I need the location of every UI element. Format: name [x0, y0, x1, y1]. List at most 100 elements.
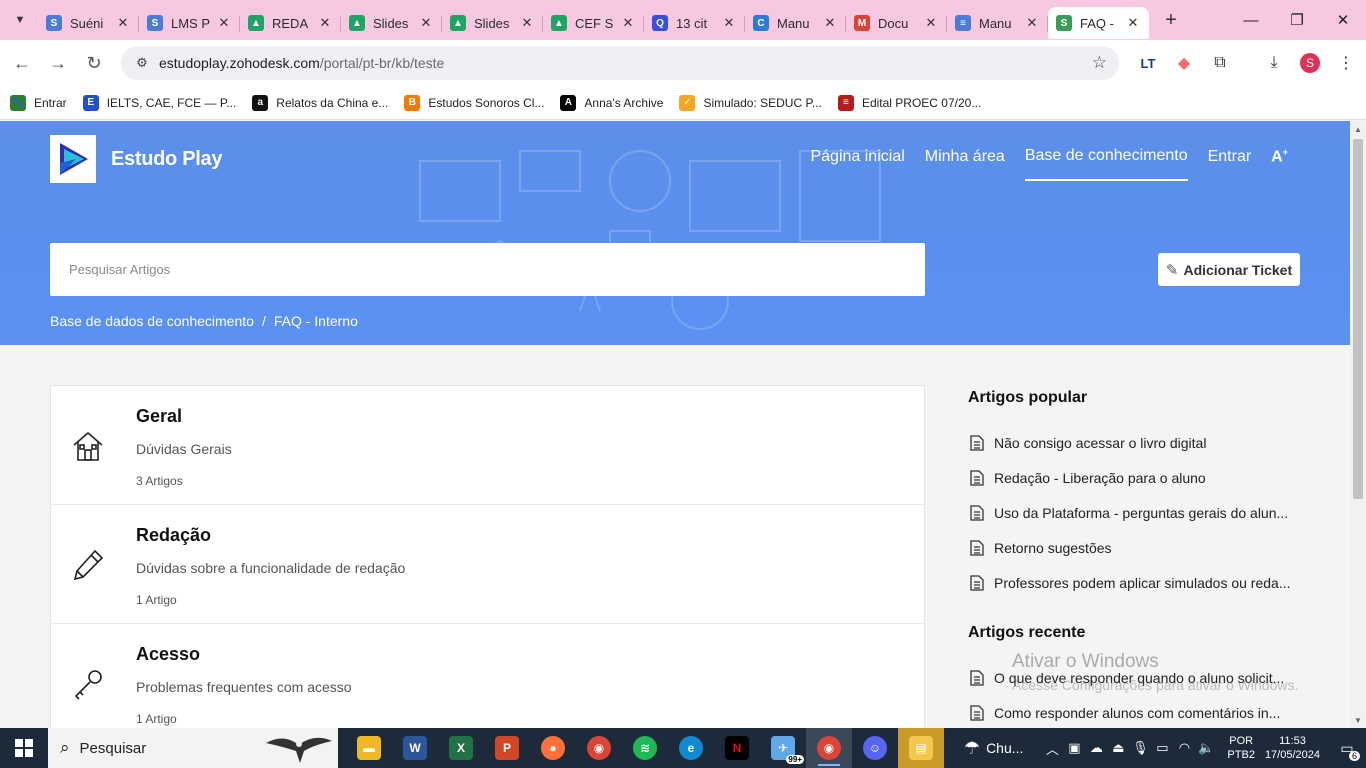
bookmark-item[interactable]: ≡ Edital PROEC 07/20... — [837, 94, 981, 111]
browser-tab[interactable]: ▲ Slides ✕ — [442, 7, 543, 39]
browser-tab[interactable]: ▲ CEF S ✕ — [543, 7, 644, 39]
popular-articles-list: Não consigo acessar o livro digital Redaç… — [968, 425, 1298, 600]
profile-avatar[interactable]: S — [1292, 45, 1328, 81]
tab-close-icon[interactable]: ✕ — [519, 15, 535, 31]
discord-app[interactable]: ☺ — [852, 728, 898, 768]
powerpoint-app[interactable]: P — [484, 728, 530, 768]
notes-app[interactable]: ▤ — [898, 728, 944, 768]
nav-knowledge-base[interactable]: Base de conhecimento — [1024, 147, 1188, 181]
extension-icon[interactable]: ◆ — [1166, 45, 1202, 81]
article-link[interactable]: Como responder alunos com comentários in… — [968, 695, 1298, 728]
tab-close-icon[interactable]: ✕ — [1024, 15, 1040, 31]
umbrella-icon: ☂ — [963, 737, 981, 758]
tab-close-icon[interactable]: ✕ — [923, 15, 939, 31]
scroll-thumb[interactable] — [1353, 139, 1363, 499]
nav-home[interactable]: Página inicial — [810, 148, 904, 180]
scroll-up-arrow-icon[interactable]: ▲ — [1350, 121, 1366, 137]
bookmark-item[interactable]: E IELTS, CAE, FCE — P... — [82, 94, 236, 111]
brand[interactable]: Estudo Play — [50, 135, 222, 183]
browser-tab[interactable]: Q 13 cit ✕ — [644, 7, 745, 39]
notification-center-button[interactable]: ▭ 6 — [1332, 740, 1362, 761]
microphone-icon[interactable]: 🎙 — [1129, 740, 1151, 756]
tab-close-icon[interactable]: ✕ — [721, 15, 737, 31]
close-window-button[interactable]: ✕ — [1320, 0, 1366, 40]
back-button[interactable]: ← — [4, 45, 40, 81]
file-explorer-app[interactable]: ▬ — [346, 728, 392, 768]
language-indicator[interactable]: POR PTB2 — [1227, 734, 1255, 762]
tab-close-icon[interactable]: ✕ — [822, 15, 838, 31]
bookmark-item[interactable]: a Relatos da China e... — [252, 94, 388, 111]
forward-button[interactable]: → — [40, 45, 76, 81]
start-button[interactable] — [0, 728, 48, 768]
tab-close-icon[interactable]: ✕ — [1125, 15, 1141, 31]
battery-icon[interactable]: ▭ — [1151, 740, 1173, 756]
site-info-icon[interactable]: ⚙ — [131, 52, 153, 74]
tab-close-icon[interactable]: ✕ — [317, 15, 333, 31]
article-link[interactable]: Professores podem aplicar simulados ou r… — [968, 565, 1298, 600]
firefox-app[interactable]: ● — [530, 728, 576, 768]
taskbar-search[interactable]: ⌕ Pesquisar — [48, 728, 338, 768]
chrome-profile-app[interactable]: ◉ — [806, 728, 852, 768]
usb-icon[interactable]: ⏏ — [1107, 740, 1129, 756]
tab-close-icon[interactable]: ✕ — [418, 15, 434, 31]
bookmark-star-icon[interactable]: ☆ — [1092, 53, 1107, 73]
new-tab-button[interactable]: + — [1157, 6, 1185, 34]
download-icon[interactable]: ⤓ — [1256, 45, 1292, 81]
nav-my-area[interactable]: Minha área — [925, 148, 1005, 180]
bookmark-item[interactable]: 🐾 Entrar — [10, 94, 67, 111]
article-link[interactable]: Uso da Plataforma - perguntas gerais do … — [968, 495, 1298, 530]
category-redacao[interactable]: Redação Dúvidas sobre a funcionalidade d… — [51, 505, 924, 624]
netflix-app[interactable]: N — [714, 728, 760, 768]
volume-icon[interactable]: 🔈 — [1195, 740, 1217, 756]
excel-app[interactable]: X — [438, 728, 484, 768]
edge-app[interactable]: e — [668, 728, 714, 768]
browser-tab[interactable]: S Suéni ✕ — [38, 7, 139, 39]
scroll-down-arrow-icon[interactable]: ▼ — [1350, 712, 1366, 728]
browser-tab[interactable]: ▲ Slides ✕ — [341, 7, 442, 39]
tab-close-icon[interactable]: ✕ — [620, 15, 636, 31]
url-text[interactable]: estudoplay.zohodesk.com/portal/pt-br/kb/… — [159, 55, 444, 71]
puzzle-extensions-icon[interactable]: ⧉ — [1202, 45, 1238, 81]
show-hidden-icons-chevron-icon[interactable]: ︿ — [1041, 739, 1063, 758]
browser-tab[interactable]: C Manu ✕ — [745, 7, 846, 39]
minimize-button[interactable]: — — [1228, 0, 1274, 40]
tab-search-chevron-icon[interactable]: ▼ — [6, 6, 34, 34]
bookmark-item[interactable]: B Estudos Sonoros Cl... — [404, 94, 544, 111]
breadcrumb-faq-interno[interactable]: FAQ - Interno — [274, 313, 358, 329]
weather-widget[interactable]: ☂ Chu... — [964, 738, 1024, 759]
page-scrollbar[interactable]: ▲ ▼ — [1350, 121, 1366, 728]
browser-tab[interactable]: ▲ REDA ✕ — [240, 7, 341, 39]
font-size-toggle-icon[interactable]: A+ — [1271, 147, 1288, 180]
article-link[interactable]: Redação - Liberação para o aluno — [968, 460, 1298, 495]
bookmark-item[interactable]: ✓ Simulado: SEDUC P... — [679, 94, 822, 111]
chrome-app[interactable]: ◉ — [576, 728, 622, 768]
clock[interactable]: 11:53 17/05/2024 — [1265, 734, 1320, 762]
spotify-app[interactable]: ≋ — [622, 728, 668, 768]
omnibox[interactable]: ⚙ estudoplay.zohodesk.com/portal/pt-br/k… — [121, 46, 1119, 80]
category-acesso[interactable]: Acesso Problemas frequentes com acesso 1… — [51, 624, 924, 728]
browser-tab[interactable]: S LMS P ✕ — [139, 7, 240, 39]
bookmark-item[interactable]: A Anna's Archive — [560, 94, 663, 111]
add-ticket-button[interactable]: ✎ Adicionar Ticket — [1158, 253, 1300, 286]
browser-tab[interactable]: ≡ Manu ✕ — [947, 7, 1048, 39]
nav-sign-in[interactable]: Entrar — [1208, 148, 1252, 180]
tab-close-icon[interactable]: ✕ — [216, 15, 232, 31]
browser-tab[interactable]: M Docu ✕ — [846, 7, 947, 39]
browser-tab[interactable]: S FAQ - ✕ — [1048, 7, 1149, 39]
wifi-icon[interactable]: ◠ — [1173, 740, 1195, 756]
breadcrumb-knowledge-base[interactable]: Base de dados de conhecimento — [50, 313, 254, 329]
mail-app[interactable]: ✈ 99+ — [760, 728, 806, 768]
tab-close-icon[interactable]: ✕ — [115, 15, 131, 31]
camera-icon[interactable]: ▣ — [1063, 740, 1085, 756]
translate-extension-icon[interactable]: LT — [1130, 45, 1166, 81]
cloud-icon[interactable]: ☁ — [1085, 740, 1107, 756]
search-input[interactable] — [69, 262, 869, 277]
restore-button[interactable]: ❐ — [1274, 0, 1320, 40]
browser-menu-icon[interactable]: ⋮ — [1328, 45, 1364, 81]
reload-button[interactable]: ↻ — [76, 45, 112, 81]
word-app[interactable]: W — [392, 728, 438, 768]
article-link[interactable]: Não consigo acessar o livro digital — [968, 425, 1298, 460]
article-link[interactable]: Retorno sugestões — [968, 530, 1298, 565]
category-title: Geral — [136, 406, 183, 426]
category-geral[interactable]: Geral Dúvidas Gerais 3 Artigos — [51, 386, 924, 505]
